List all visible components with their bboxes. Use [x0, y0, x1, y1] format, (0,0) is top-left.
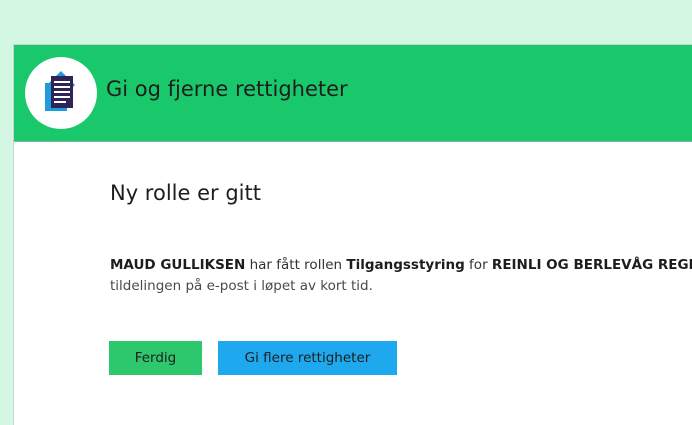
page-title: Ny rolle er gitt [110, 181, 261, 205]
dialog-panel: Gi og fjerne rettigheter Ny rolle er git… [13, 44, 692, 425]
message-line-2: tildelingen på e-post i løpet av kort ti… [110, 278, 373, 294]
give-more-rights-button[interactable]: Gi flere rettigheter [218, 341, 397, 375]
documents-icon [25, 57, 97, 129]
confirmation-message: MAUD GULLIKSEN har fått rollen Tilgangss… [110, 255, 692, 297]
message-text-2: for [464, 257, 492, 273]
header-bar: Gi og fjerne rettigheter [14, 45, 692, 142]
role-name: Tilgangsstyring [346, 257, 465, 273]
header-title: Gi og fjerne rettigheter [106, 77, 348, 101]
organization-name: REINLI OG BERLEVÅG REGNSKAP [491, 257, 692, 273]
message-line-1: MAUD GULLIKSEN har fått rollen Tilgangss… [110, 255, 692, 276]
message-text-1: har fått rollen [245, 257, 347, 273]
person-name: MAUD GULLIKSEN [110, 257, 246, 273]
done-button[interactable]: Ferdig [109, 341, 202, 375]
